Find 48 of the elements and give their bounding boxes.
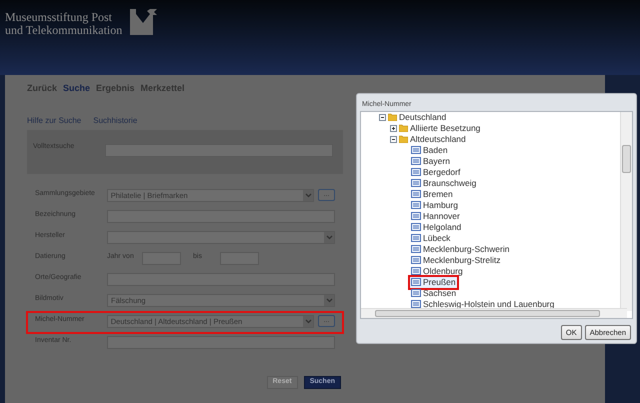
- list-icon: [411, 190, 421, 198]
- tree-item[interactable]: Braunschweig: [410, 178, 478, 189]
- list-icon: [411, 289, 421, 298]
- logo-text: Museumsstiftung Post: [5, 11, 114, 24]
- tree-item[interactable]: Sachsen: [410, 288, 458, 299]
- tree-item[interactable]: Altdeutschland: [410, 134, 466, 145]
- chevron-icon: [303, 190, 314, 200]
- input-field[interactable]: [107, 336, 335, 348]
- list-icon: [411, 168, 421, 176]
- tree-item[interactable]: Bergedorf: [410, 166, 462, 178]
- scrollbar-thumb[interactable]: [622, 144, 631, 173]
- expander-icon[interactable]: [390, 136, 397, 143]
- tree-item[interactable]: Preußen: [410, 276, 457, 288]
- logo-icon: [130, 9, 158, 35]
- list-icon: [411, 146, 421, 154]
- tree-item[interactable]: Hannover: [410, 210, 461, 222]
- tree-item[interactable]: Baden: [410, 144, 449, 156]
- list-icon: [411, 267, 421, 276]
- expander-icon[interactable]: [390, 124, 397, 132]
- vertical-scrollbar[interactable]: [620, 112, 632, 311]
- tree-item[interactable]: Bremen: [410, 188, 454, 200]
- list-icon: [411, 278, 421, 286]
- list-icon: [411, 256, 421, 264]
- tree-item[interactable]: Mecklenburg-Schwerin: [410, 244, 510, 255]
- tree-item[interactable]: Alliierte Besetzung: [410, 122, 480, 134]
- list-icon: [411, 212, 421, 220]
- scrollbar-thumb[interactable]: [375, 310, 600, 317]
- chevron-icon: [324, 232, 334, 242]
- tree-item[interactable]: Deutschland: [399, 112, 446, 123]
- tree-item[interactable]: Helgoland: [410, 222, 462, 233]
- tree-item[interactable]: Schleswig-Holstein und Lauenburg: [410, 298, 556, 310]
- list-icon: [411, 179, 421, 188]
- logo-text: und Telekommunikation: [5, 24, 122, 37]
- tree-item[interactable]: Lübeck: [410, 232, 452, 244]
- list-icon: [411, 234, 421, 242]
- list-icon: [411, 201, 421, 210]
- tree-item[interactable]: Mecklenburg-Strelitz: [410, 254, 502, 266]
- dropdown[interactable]: [107, 230, 335, 244]
- list-icon: [411, 245, 421, 254]
- list-icon: [411, 300, 421, 308]
- chevron-icon: [324, 294, 334, 306]
- tree-item[interactable]: Bayern: [410, 156, 451, 167]
- list-icon: [411, 223, 421, 232]
- tree-item[interactable]: Oldenburg: [410, 266, 464, 277]
- tree-item[interactable]: Hamburg: [410, 200, 459, 211]
- list-icon: [411, 157, 421, 166]
- chevron-icon: [303, 316, 314, 326]
- expander-icon[interactable]: [379, 114, 386, 121]
